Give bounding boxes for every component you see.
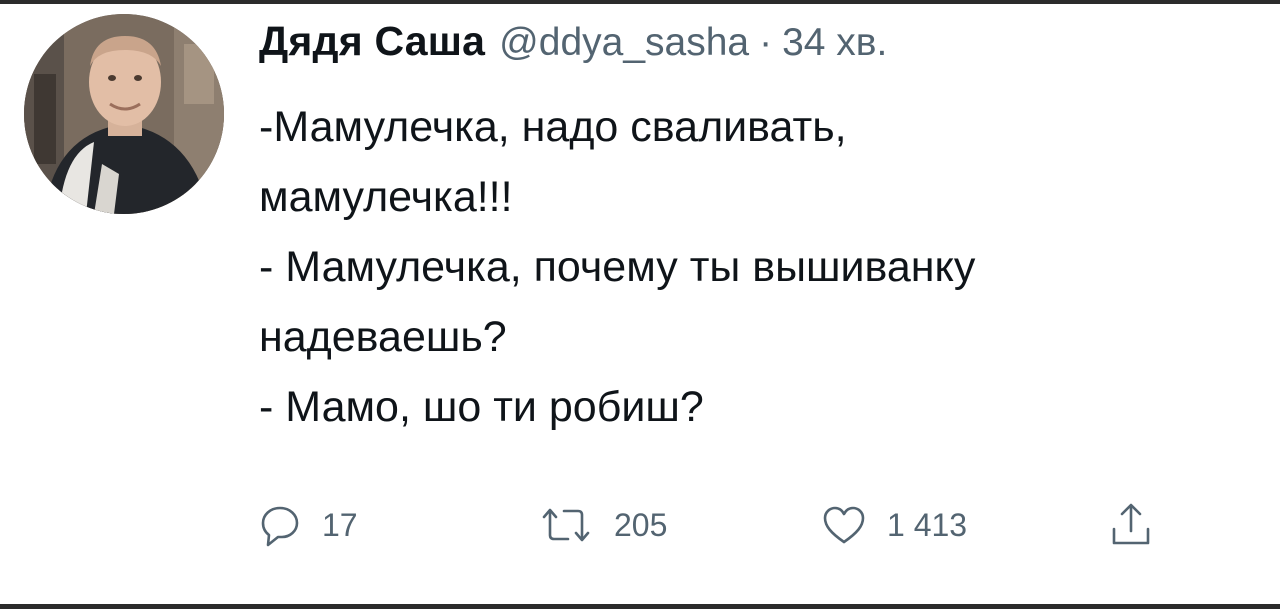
retweet-count: 205	[614, 506, 668, 543]
tweet-timestamp[interactable]: 34 хв.	[782, 21, 887, 65]
retweet-button[interactable]: 205	[538, 497, 667, 553]
reply-button[interactable]: 17	[258, 497, 358, 553]
avatar-photo	[24, 14, 224, 214]
heart-icon	[823, 506, 865, 544]
tweet-text-line: - Мамулечка, почему ты вышиванку	[259, 243, 976, 291]
share-button[interactable]	[1108, 497, 1154, 553]
author-display-name[interactable]: Дядя Саша	[259, 18, 485, 65]
tweet-text-line: надеваешь?	[259, 313, 507, 361]
tweet-text: -Мамулечка, надо сваливать, мамулечка!!!…	[259, 92, 1259, 442]
author-handle[interactable]: @ddya_sasha	[499, 21, 749, 65]
avatar[interactable]	[24, 14, 224, 214]
tweet-header: Дядя Саша @ddya_sasha · 34 хв.	[259, 18, 887, 74]
retweet-icon	[542, 508, 590, 542]
bottom-divider	[0, 604, 1280, 609]
header-separator: ·	[759, 21, 773, 64]
tweet-text-line: - Мамо, шо ти робиш?	[259, 383, 704, 431]
like-count: 1 413	[887, 506, 968, 543]
tweet-text-line: мамулечка!!!	[259, 173, 513, 221]
top-divider	[0, 0, 1280, 4]
like-button[interactable]: 1 413	[821, 497, 967, 553]
tweet-actions: 17 205 1 413	[258, 497, 1178, 553]
reply-icon	[261, 506, 299, 547]
reply-count: 17	[322, 506, 358, 543]
share-icon	[1112, 503, 1150, 545]
tweet-text-line: -Мамулечка, надо сваливать,	[259, 103, 847, 151]
